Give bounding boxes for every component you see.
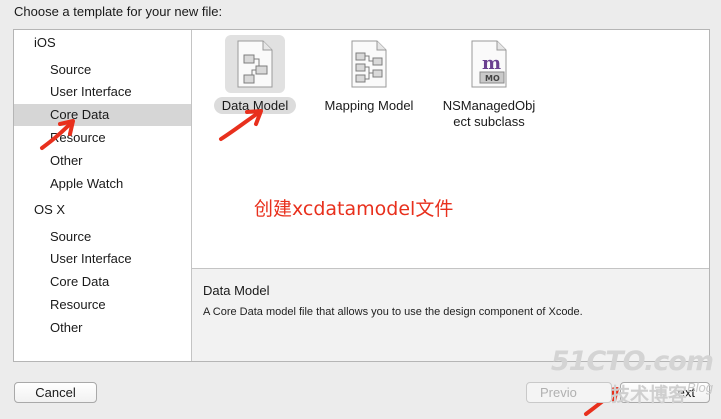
watermark-sub: 技术博客 <box>610 384 687 406</box>
sidebar-group-ios: iOS <box>34 35 56 50</box>
sidebar-item-osx-resource[interactable]: Resource <box>14 294 191 316</box>
template-area: Data Model Mapping Model m MO NSManagedO… <box>192 30 709 361</box>
sidebar-item-ios-apple-watch[interactable]: Apple Watch <box>14 173 191 195</box>
svg-text:m: m <box>482 53 501 74</box>
sidebar-item-osx-source[interactable]: Source <box>14 226 191 248</box>
sidebar-group-osx: OS X <box>34 202 66 217</box>
template-nsmanagedobject-subclass[interactable]: m MO NSManagedObj ect subclass <box>432 30 552 140</box>
template-label-line2: ect subclass <box>453 114 525 129</box>
svg-text:MO: MO <box>485 74 500 83</box>
sidebar-item-ios-source[interactable]: Source <box>14 59 191 81</box>
template-mapping-model[interactable]: Mapping Model <box>312 30 432 140</box>
template-label: Mapping Model <box>324 98 414 113</box>
sidebar-item-osx-user-interface[interactable]: User Interface <box>14 248 191 270</box>
template-chooser: iOS Source User Interface Core Data Reso… <box>13 29 710 362</box>
template-label-line1: NSManagedObj <box>442 98 536 113</box>
watermark-logo: 51CTO.com <box>550 346 714 377</box>
sidebar-item-osx-core-data[interactable]: Core Data <box>14 271 191 293</box>
dialog-heading: Choose a template for your new file: <box>14 4 223 19</box>
annotation-arrow-sidebar <box>40 119 75 150</box>
platform-sidebar: iOS Source User Interface Core Data Reso… <box>14 30 192 361</box>
watermark-blog: Blog <box>686 380 713 395</box>
template-grid: Data Model Mapping Model m MO NSManagedO… <box>192 30 709 268</box>
cancel-button[interactable]: Cancel <box>14 382 97 403</box>
data-model-document-icon <box>225 35 285 93</box>
sidebar-item-ios-user-interface[interactable]: User Interface <box>14 81 191 103</box>
managed-object-subclass-icon: m MO <box>459 35 519 93</box>
description-title: Data Model <box>203 283 270 298</box>
annotation-arrow-template <box>219 109 263 141</box>
description-body: A Core Data model file that allows you t… <box>203 306 583 318</box>
annotation-text: 创建xcdatamodel文件 <box>254 198 454 220</box>
watermark: 51CTO.com 技术博客 Blog <box>543 346 714 416</box>
mapping-model-document-icon <box>339 35 399 93</box>
sidebar-item-osx-other[interactable]: Other <box>14 317 191 339</box>
